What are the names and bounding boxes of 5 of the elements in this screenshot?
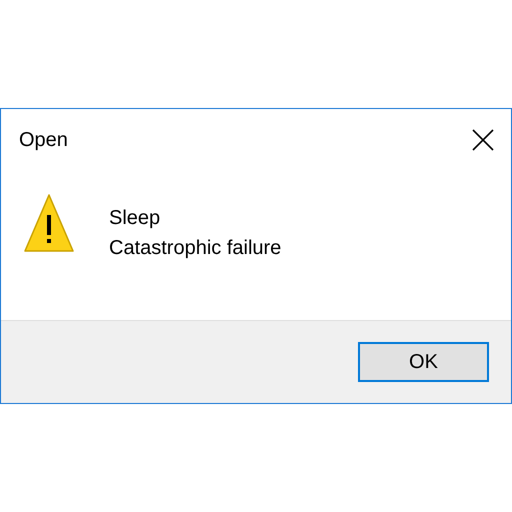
window-title: Open xyxy=(19,128,68,152)
ok-button[interactable]: OK xyxy=(358,342,489,382)
close-icon xyxy=(472,129,494,151)
message-text: Catastrophic failure xyxy=(109,236,282,261)
message-text: Sleep xyxy=(109,206,162,231)
